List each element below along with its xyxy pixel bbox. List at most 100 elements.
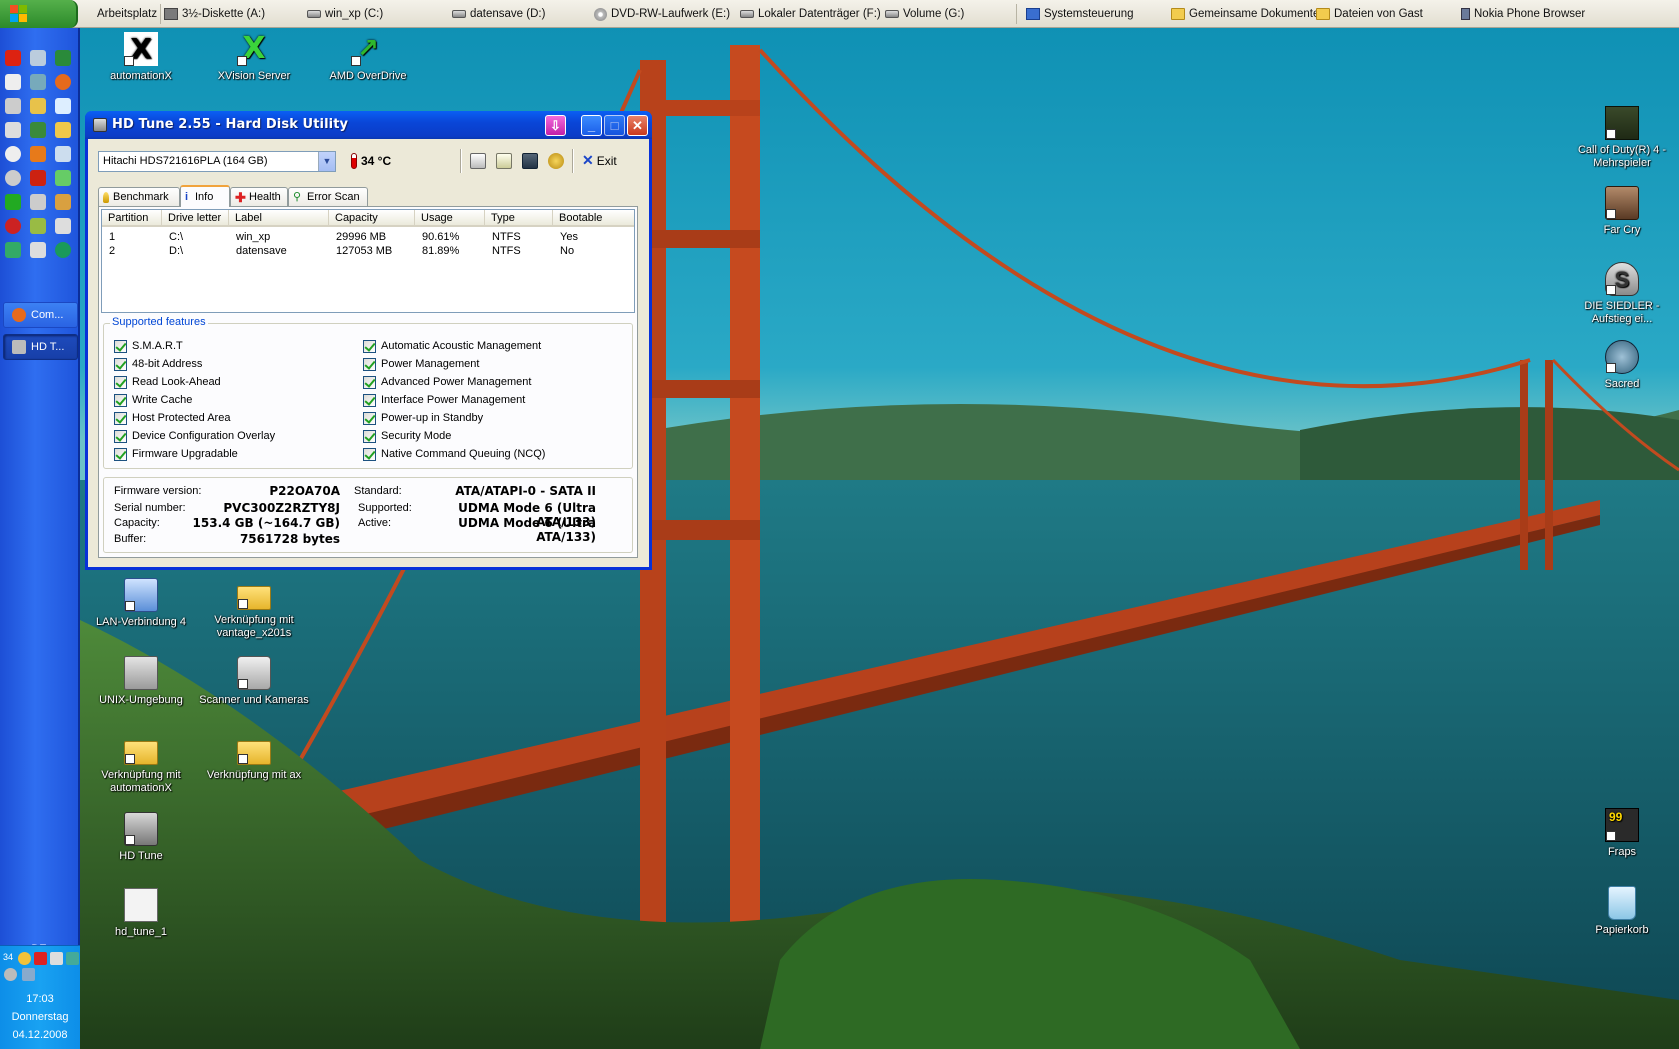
desktop-icon-recycle-bin[interactable]: Papierkorb [1567, 886, 1677, 937]
capacity-label: Capacity: [114, 517, 160, 529]
explorer-bar-item-volume-g[interactable]: Volume (G:) [885, 6, 964, 22]
options-icon[interactable] [548, 153, 564, 169]
column-header[interactable]: Bootable [553, 210, 634, 227]
column-header[interactable]: Capacity [329, 210, 415, 227]
desktop-icon-automationx[interactable]: X automationX [86, 32, 196, 83]
buffer-value: 7561728 bytes [239, 532, 340, 546]
document-icon[interactable] [5, 74, 21, 90]
desktop-icon-scanner[interactable]: Scanner und Kameras [199, 656, 309, 707]
film-icon[interactable] [55, 218, 71, 234]
program-icon[interactable] [30, 50, 46, 66]
amd-icon[interactable] [30, 170, 46, 186]
save-icon[interactable] [522, 153, 538, 169]
settings-icon[interactable] [5, 170, 21, 186]
clock[interactable]: 17:03 Donnerstag 04.12.2008 [0, 990, 80, 1044]
firefox-icon[interactable] [55, 74, 71, 90]
spreadsheet-icon[interactable] [5, 194, 21, 210]
close-button[interactable]: ✕ [627, 115, 648, 136]
opera-icon[interactable] [5, 218, 21, 234]
network-icon[interactable] [30, 74, 46, 90]
cd-icon[interactable] [5, 146, 21, 162]
notepad-icon[interactable] [55, 98, 71, 114]
desktop-icon-label: AMD OverDrive [329, 70, 407, 82]
vlc-icon[interactable] [30, 146, 46, 162]
column-header[interactable]: Type [485, 210, 553, 227]
partition-row[interactable]: 1 C:\ win_xp 29996 MB 90.61% NTFS Yes [102, 230, 634, 244]
exit-button[interactable]: ✕ Exit [582, 152, 617, 169]
copy-icon[interactable] [470, 153, 486, 169]
desktop-icon-fraps[interactable]: 99 Fraps [1567, 808, 1677, 859]
tab-benchmark[interactable]: Benchmark [98, 187, 180, 206]
xvision-icon: X [237, 32, 271, 66]
tab-health[interactable]: ✚ Health [230, 187, 288, 206]
column-header[interactable]: Usage [415, 210, 485, 227]
tab-label: Error Scan [307, 190, 360, 203]
shield-icon[interactable] [55, 170, 71, 186]
desktop-icon-lan[interactable]: LAN-Verbindung 4 [86, 578, 196, 629]
desktop-icon-cod4[interactable]: Call of Duty(R) 4 - Mehrspieler [1567, 106, 1677, 170]
desktop-icon-far-cry[interactable]: Far Cry [1567, 186, 1677, 237]
checkbox [114, 357, 127, 371]
chevron-down-icon[interactable]: ▼ [318, 152, 335, 171]
tray-volume-icon[interactable] [66, 952, 79, 965]
tray-network-icon[interactable] [50, 952, 63, 965]
tab-error-scan[interactable]: ⚲ Error Scan [288, 187, 368, 206]
excel-icon[interactable] [55, 50, 71, 66]
partition-list[interactable]: Partition Drive letter Label Capacity Us… [101, 209, 635, 313]
start-button[interactable] [0, 0, 78, 28]
desktop-icon-xvision[interactable]: X XVision Server [199, 32, 309, 83]
desktop-icon-ax-link[interactable]: Verknüpfung mit ax [199, 733, 309, 782]
desktop-icon-sacred[interactable]: Sacred [1567, 340, 1677, 391]
desktop-icon-unix[interactable]: UNIX-Umgebung [86, 656, 196, 707]
explorer-bar-item-drive-c[interactable]: win_xp (C:) [307, 6, 383, 22]
desktop-icon-hd-tune-1[interactable]: hd_tune_1 [86, 888, 196, 939]
hd-tune-app-icon[interactable] [93, 118, 107, 132]
feature-label: Firmware Upgradable [132, 448, 238, 460]
column-header[interactable]: Partition [102, 210, 162, 227]
desktop-icon-vantage[interactable]: Verknüpfung mit vantage_x201s [199, 578, 309, 640]
explorer-bar-item-nokia[interactable]: Nokia Phone Browser [1461, 6, 1585, 22]
tray-settings-icon[interactable] [4, 968, 17, 981]
desktop-icon-hd-tune[interactable]: HD Tune [86, 812, 196, 863]
explorer-bar-item-arbeitsplatz[interactable]: Arbeitsplatz [97, 6, 157, 22]
explorer-bar-item-drive-f[interactable]: Lokaler Datenträger (F:) [740, 6, 881, 22]
desktop-icon-automationx-link[interactable]: Verknüpfung mit automationX [86, 733, 196, 795]
drive-letter: C:\ [169, 231, 184, 243]
maximize-button[interactable]: □ [604, 115, 625, 136]
printer-icon[interactable] [5, 98, 21, 114]
explorer-bar-item-drive-d[interactable]: datensave (D:) [452, 6, 545, 22]
explorer-bar-item-dvd-e[interactable]: DVD-RW-Laufwerk (E:) [594, 6, 730, 22]
tab-info[interactable]: i Info [180, 185, 230, 207]
drive-select[interactable]: Hitachi HDS721616PLA (164 GB) ▼ [98, 151, 336, 172]
adac-icon[interactable] [5, 50, 21, 66]
column-header[interactable]: Label [229, 210, 329, 227]
explorer-bar-item-shared-docs[interactable]: Gemeinsame Dokumente [1171, 6, 1319, 22]
column-header[interactable]: Drive letter [162, 210, 229, 227]
program-icon[interactable] [30, 242, 46, 258]
scanner-icon[interactable] [5, 122, 21, 138]
taskbar-button-hdtune[interactable]: HD T... [3, 334, 78, 360]
explorer-bar-item-floppy[interactable]: 3½-Diskette (A:) [164, 6, 265, 22]
explorer-bar-item-guest-files[interactable]: Dateien von Gast [1316, 6, 1423, 22]
hand-icon[interactable] [55, 194, 71, 210]
tray-security-icon[interactable] [34, 952, 47, 965]
download-icon[interactable]: ⇩ [545, 115, 566, 136]
tray-app-icon[interactable] [18, 952, 31, 965]
game-icon[interactable] [5, 242, 21, 258]
media-icon[interactable] [30, 218, 46, 234]
window-titlebar[interactable]: HD Tune 2.55 - Hard Disk Utility ⇩ _ □ ✕ [85, 111, 652, 139]
partition-row[interactable]: 2 D:\ datensave 127053 MB 81.89% NTFS No [102, 244, 634, 258]
refresh-icon[interactable] [55, 242, 71, 258]
explorer-bar-item-control-panel[interactable]: Systemsteuerung [1026, 6, 1134, 22]
minimize-button[interactable]: _ [581, 115, 602, 136]
desktop-icon-amd-overdrive[interactable]: ↗ AMD OverDrive [313, 32, 423, 83]
tool-icon[interactable] [30, 98, 46, 114]
globe-icon[interactable] [30, 122, 46, 138]
desktop-icon-siedler[interactable]: S DIE SIEDLER - Aufstieg ei... [1567, 262, 1677, 326]
app-icon[interactable] [55, 146, 71, 162]
tray-device-icon[interactable] [22, 968, 35, 981]
paste-icon[interactable] [496, 153, 512, 169]
tool-icon[interactable] [30, 194, 46, 210]
folder-icon[interactable] [55, 122, 71, 138]
taskbar-button-firefox[interactable]: Com... [3, 302, 78, 328]
